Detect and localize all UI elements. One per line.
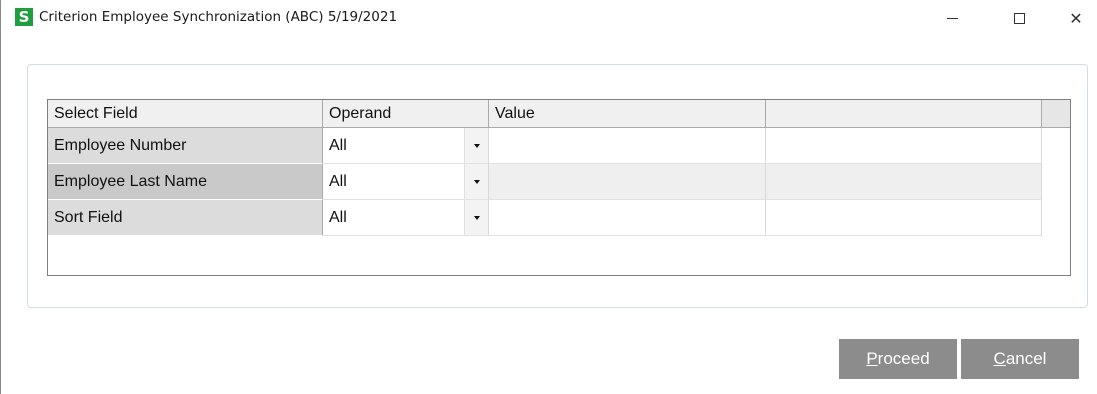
operand-value: All: [329, 136, 347, 154]
header-extra: [766, 100, 1042, 128]
value-cell[interactable]: [489, 200, 766, 236]
dropdown-button[interactable]: [464, 200, 488, 235]
dialog-window: S Criterion Employee Synchronization (AB…: [0, 0, 1097, 394]
header-operand: Operand: [323, 100, 489, 128]
minimize-button[interactable]: [929, 0, 975, 36]
operand-value: All: [329, 172, 347, 190]
cancel-label: ancel: [1005, 349, 1047, 368]
grid-row-sort-field[interactable]: Sort Field All: [48, 200, 1070, 236]
operand-dropdown[interactable]: All: [323, 128, 489, 164]
title-bar[interactable]: S Criterion Employee Synchronization (AB…: [1, 0, 1097, 36]
close-icon: ✕: [1069, 8, 1083, 28]
header-corner: [1042, 100, 1070, 128]
header-select-field: Select Field: [48, 100, 323, 128]
app-icon: S: [15, 8, 33, 26]
chevron-down-icon: [473, 179, 480, 184]
dropdown-button[interactable]: [464, 164, 488, 199]
cancel-mnemonic: C: [993, 349, 1006, 368]
selection-grid: Select Field Operand Value Employee Numb…: [47, 99, 1071, 276]
close-button[interactable]: ✕: [1053, 0, 1097, 36]
row-field-label[interactable]: Sort Field: [48, 200, 323, 236]
proceed-button[interactable]: Proceed: [839, 339, 957, 379]
value-cell[interactable]: [489, 128, 766, 164]
window-title: Criterion Employee Synchronization (ABC)…: [39, 9, 398, 25]
grid-header-row: Select Field Operand Value: [48, 100, 1070, 128]
chevron-down-icon: [473, 215, 480, 220]
maximize-icon: [1013, 12, 1025, 24]
minimize-icon: [946, 17, 958, 19]
grid-row-employee-last-name[interactable]: Employee Last Name All: [48, 164, 1070, 200]
row-field-label[interactable]: Employee Last Name: [48, 164, 323, 200]
proceed-mnemonic: P: [866, 349, 878, 368]
extra-cell[interactable]: [766, 200, 1042, 236]
maximize-button[interactable]: [996, 0, 1042, 36]
proceed-label: roceed: [877, 349, 930, 368]
grid-row-employee-number[interactable]: Employee Number All: [48, 128, 1070, 164]
row-field-label[interactable]: Employee Number: [48, 128, 323, 164]
operand-dropdown[interactable]: All: [323, 200, 489, 236]
value-cell[interactable]: [489, 164, 766, 200]
operand-dropdown[interactable]: All: [323, 164, 489, 200]
chevron-down-icon: [473, 143, 480, 148]
extra-cell[interactable]: [766, 128, 1042, 164]
dropdown-button[interactable]: [464, 128, 488, 163]
cancel-button[interactable]: Cancel: [961, 339, 1079, 379]
header-value: Value: [489, 100, 766, 128]
operand-value: All: [329, 208, 347, 226]
extra-cell[interactable]: [766, 164, 1042, 200]
